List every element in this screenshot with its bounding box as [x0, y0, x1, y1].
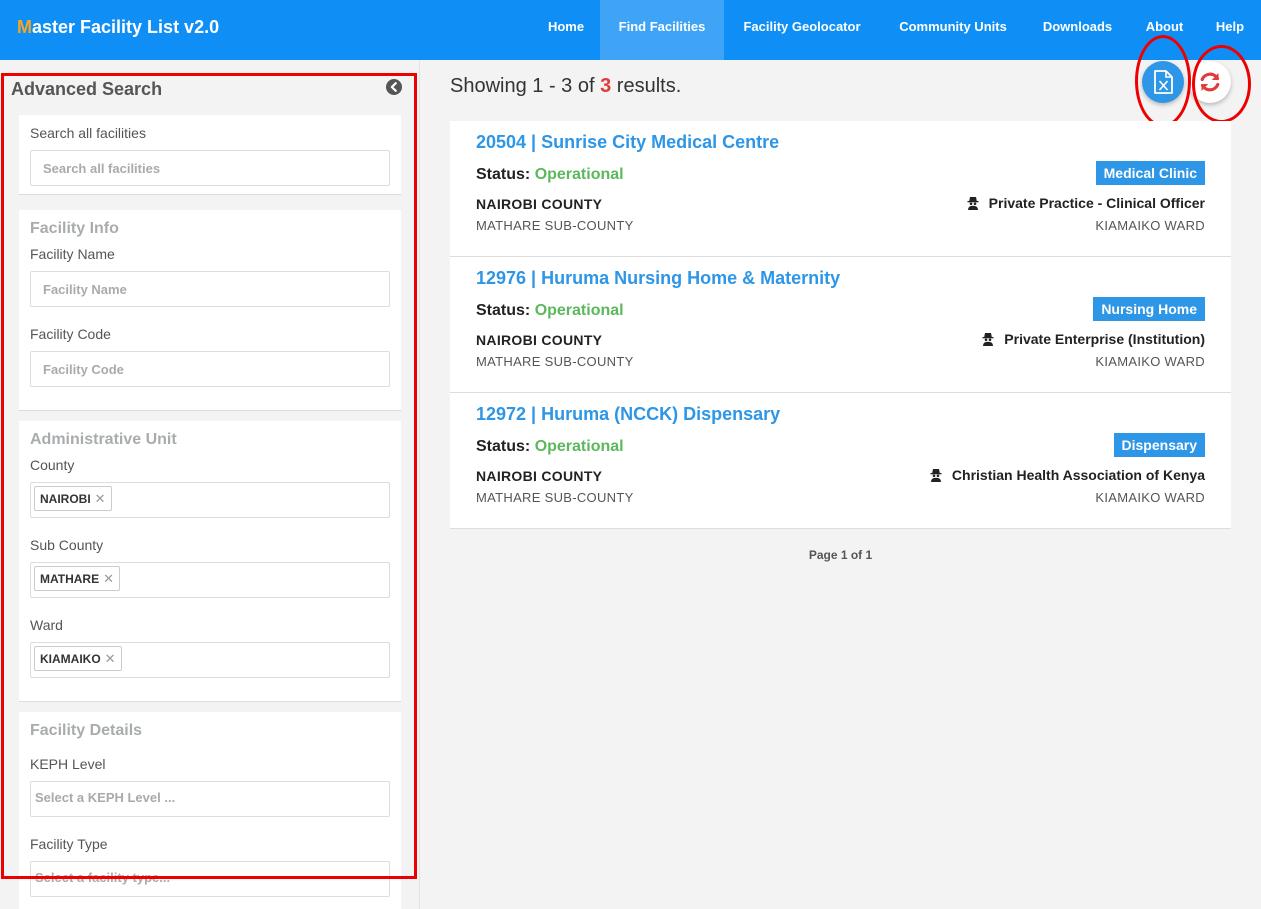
keph-level-label: KEPH Level	[30, 756, 106, 772]
user-secret-icon	[967, 197, 979, 210]
status-label: Status:	[476, 166, 531, 183]
facility-owner-label: Christian Health Association of Kenya	[951, 467, 1205, 483]
facility-info-title: Facility Info	[30, 220, 119, 237]
chevron-left-circle-icon[interactable]	[386, 79, 402, 95]
remove-ward-icon[interactable]: ✕	[105, 651, 116, 666]
facility-details-title: Facility Details	[30, 722, 143, 739]
results-suffix: results.	[616, 75, 682, 97]
facility-owner: Christian Health Association of Kenya	[930, 467, 1205, 483]
facility-county: NAIROBI COUNTY	[476, 196, 603, 212]
results-total: 3	[600, 75, 612, 97]
refresh-icon	[1200, 72, 1220, 92]
facility-subcounty: MATHARE SUB-COUNTY	[476, 354, 634, 369]
ward-select[interactable]: KIAMAIKO ✕	[30, 642, 390, 678]
facility-ward: KIAMAIKO WARD	[1095, 490, 1205, 505]
facility-ward: KIAMAIKO WARD	[1095, 354, 1205, 369]
status-label: Status:	[476, 302, 531, 319]
facility-code-input[interactable]	[30, 351, 390, 387]
advanced-search-sidebar: Advanced Search Search all facilities Fa…	[0, 60, 420, 909]
ward-tag-label: KIAMAIKO	[40, 652, 101, 666]
facility-name-label: Facility Name	[30, 246, 115, 262]
nav-facility-geolocator[interactable]: Facility Geolocator	[726, 0, 878, 60]
pagination-info: Page 1 of 1	[808, 548, 873, 562]
facility-status: Status: Operational	[476, 166, 624, 184]
facility-status: Status: Operational	[476, 302, 624, 320]
facility-type-badge: Nursing Home	[1093, 297, 1205, 321]
facility-ward: KIAMAIKO WARD	[1095, 218, 1205, 233]
remove-subcounty-icon[interactable]: ✕	[103, 571, 114, 586]
user-secret-icon	[930, 469, 942, 482]
facility-type-select[interactable]: Select a facility type...	[30, 861, 390, 897]
facility-type-badge: Dispensary	[1113, 433, 1205, 457]
subcounty-tag: MATHARE ✕	[34, 566, 121, 591]
facility-subcounty: MATHARE SUB-COUNTY	[476, 490, 634, 505]
keph-level-placeholder: Select a KEPH Level ...	[35, 790, 176, 805]
administrative-unit-title: Administrative Unit	[30, 431, 177, 448]
facility-card: 12976 | Huruma Nursing Home & Maternity …	[450, 257, 1231, 393]
county-tag-label: NAIROBI	[40, 492, 91, 506]
status-label: Status:	[476, 438, 531, 455]
brand-initial: M	[17, 17, 32, 37]
status-value: Operational	[534, 166, 624, 183]
brand-name: aster Facility List v2.0	[32, 17, 220, 37]
county-select[interactable]: NAIROBI ✕	[30, 482, 390, 518]
facility-title-link[interactable]: 20504 | Sunrise City Medical Centre	[476, 132, 779, 153]
results-prefix: Showing 1 - 3 of	[450, 75, 595, 97]
county-label: County	[30, 457, 75, 473]
nav-downloads[interactable]: Downloads	[1030, 0, 1125, 60]
search-all-input[interactable]	[30, 150, 390, 186]
facility-details-panel: Facility Details KEPH Level Select a KEP…	[19, 712, 401, 909]
facility-owner: Private Enterprise (Institution)	[982, 331, 1205, 347]
facility-owner: Private Practice - Clinical Officer	[967, 195, 1205, 211]
subcounty-select[interactable]: MATHARE ✕	[30, 562, 390, 598]
status-value: Operational	[534, 302, 624, 319]
advanced-search-title: Advanced Search	[11, 79, 163, 99]
ward-label: Ward	[30, 617, 63, 633]
nav-help[interactable]: Help	[1204, 0, 1256, 60]
status-value: Operational	[534, 438, 624, 455]
brand-logo[interactable]: Master Facility List v2.0	[17, 17, 219, 38]
keph-level-select[interactable]: Select a KEPH Level ...	[30, 781, 390, 817]
facility-title-link[interactable]: 12976 | Huruma Nursing Home & Maternity	[476, 268, 840, 289]
facility-county: NAIROBI COUNTY	[476, 332, 603, 348]
subcounty-label: Sub County	[30, 537, 104, 553]
county-tag: NAIROBI ✕	[34, 486, 112, 511]
ward-tag: KIAMAIKO ✕	[34, 646, 122, 671]
search-panel: Search all facilities	[19, 115, 401, 195]
facility-code-label: Facility Code	[30, 326, 111, 342]
nav-home[interactable]: Home	[533, 0, 599, 60]
facility-county: NAIROBI COUNTY	[476, 468, 603, 484]
excel-file-icon	[1154, 70, 1173, 94]
top-navbar: Master Facility List v2.0 Home Find Faci…	[0, 0, 1261, 60]
export-excel-button[interactable]	[1142, 61, 1184, 103]
facility-name-input[interactable]	[30, 271, 390, 307]
subcounty-tag-label: MATHARE	[40, 572, 100, 586]
facility-subcounty: MATHARE SUB-COUNTY	[476, 218, 634, 233]
remove-county-icon[interactable]: ✕	[95, 491, 106, 506]
facility-type-placeholder: Select a facility type...	[35, 870, 171, 885]
nav-find-facilities[interactable]: Find Facilities	[600, 0, 724, 60]
facility-status: Status: Operational	[476, 438, 624, 456]
search-label: Search all facilities	[30, 125, 146, 141]
facility-card: 12972 | Huruma (NCCK) Dispensary Status:…	[450, 393, 1231, 529]
user-secret-icon	[982, 333, 994, 346]
administrative-unit-panel: Administrative Unit County NAIROBI ✕ Sub …	[19, 421, 401, 702]
facility-type-label: Facility Type	[30, 836, 108, 852]
facility-card: 20504 | Sunrise City Medical Centre Stat…	[450, 121, 1231, 257]
facility-info-panel: Facility Info Facility Name Facility Cod…	[19, 210, 401, 411]
refresh-button[interactable]	[1189, 61, 1231, 103]
facility-owner-label: Private Practice - Clinical Officer	[988, 195, 1205, 211]
facility-title-link[interactable]: 12972 | Huruma (NCCK) Dispensary	[476, 404, 780, 425]
facility-type-badge: Medical Clinic	[1095, 161, 1205, 185]
facility-owner-label: Private Enterprise (Institution)	[1004, 331, 1205, 347]
nav-about[interactable]: About	[1133, 0, 1196, 60]
results-summary: Showing 1 - 3 of 3 results.	[450, 75, 681, 98]
nav-community-units[interactable]: Community Units	[882, 0, 1024, 60]
